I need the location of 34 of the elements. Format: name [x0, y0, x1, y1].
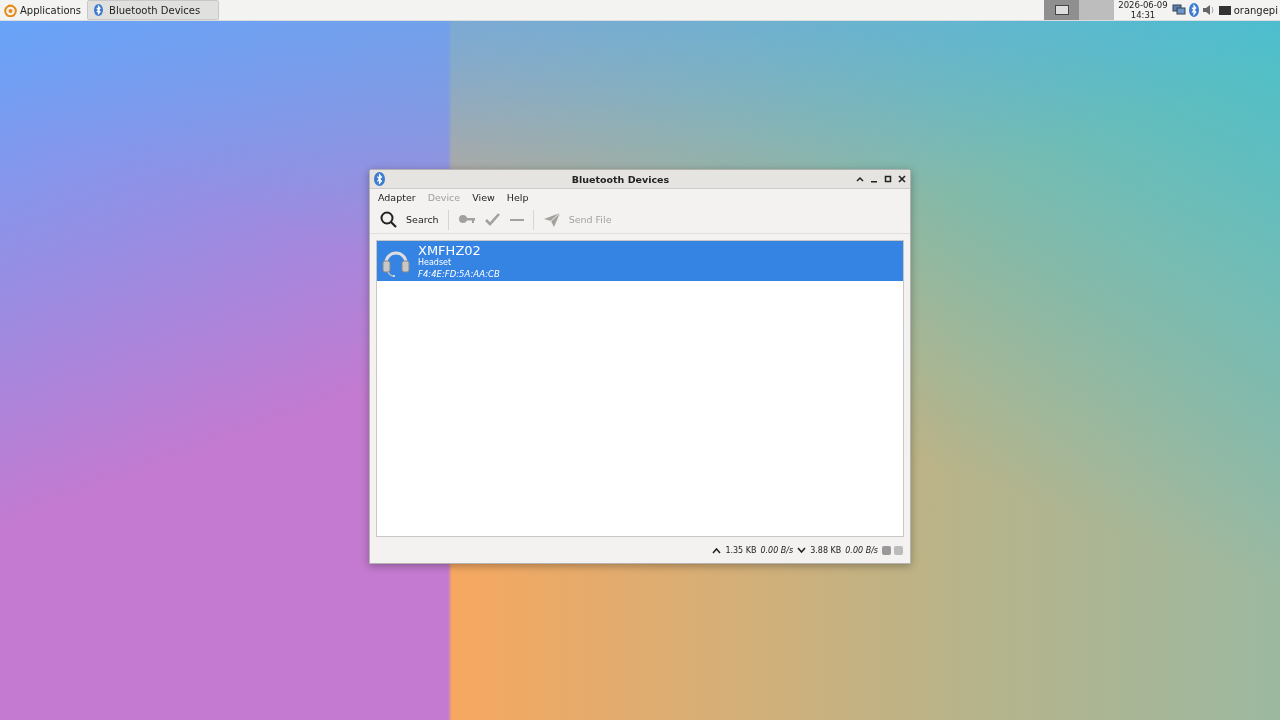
- uploaded-total: 1.35 KB: [725, 545, 757, 555]
- bluetooth-icon: [94, 4, 104, 16]
- device-address: F4:4E:FD:5A:AA:CB: [418, 268, 500, 279]
- clock[interactable]: 2026-06-09 14:31: [1114, 0, 1172, 20]
- app-logo-icon: [4, 3, 17, 17]
- window-icon: [1054, 5, 1069, 15]
- applications-menu[interactable]: Applications: [0, 0, 86, 20]
- applications-label: Applications: [20, 4, 82, 16]
- network-icon: [1171, 4, 1186, 16]
- workspace-button[interactable]: [1044, 0, 1080, 20]
- volume-icon: [1201, 4, 1216, 16]
- menu-item[interactable]: View: [466, 192, 501, 203]
- device-name: XMFHZ02: [418, 243, 482, 258]
- menu-item[interactable]: Adapter: [372, 192, 422, 203]
- close-icon[interactable]: [898, 175, 906, 183]
- bluetooth-icon: [374, 172, 385, 186]
- minus-icon: [509, 218, 524, 221]
- activity-leds-icon: [882, 545, 904, 555]
- menu-item[interactable]: Help: [500, 192, 535, 203]
- upload-rate: 0.00 B/s: [760, 545, 794, 555]
- search-button[interactable]: Search: [376, 208, 443, 231]
- taskbar-button[interactable]: Bluetooth Devices: [87, 0, 220, 20]
- downloaded-total: 3.88 KB: [810, 545, 842, 555]
- download-rate: 0.00 B/s: [845, 545, 878, 555]
- maximize-icon[interactable]: [884, 175, 892, 183]
- screen-icon: [1218, 5, 1231, 15]
- bluetooth-icon: [1188, 3, 1199, 17]
- device-type: Headset: [418, 258, 453, 269]
- device-row[interactable]: XMFHZ02 Headset F4:4E:FD:5A:AA:CB: [377, 241, 903, 281]
- paper-plane-icon: [542, 210, 561, 229]
- caret-up-icon[interactable]: [856, 175, 864, 183]
- search-icon: [380, 210, 398, 229]
- user-name[interactable]: orangepi: [1233, 4, 1278, 16]
- window-title: Bluetooth Devices: [570, 173, 671, 185]
